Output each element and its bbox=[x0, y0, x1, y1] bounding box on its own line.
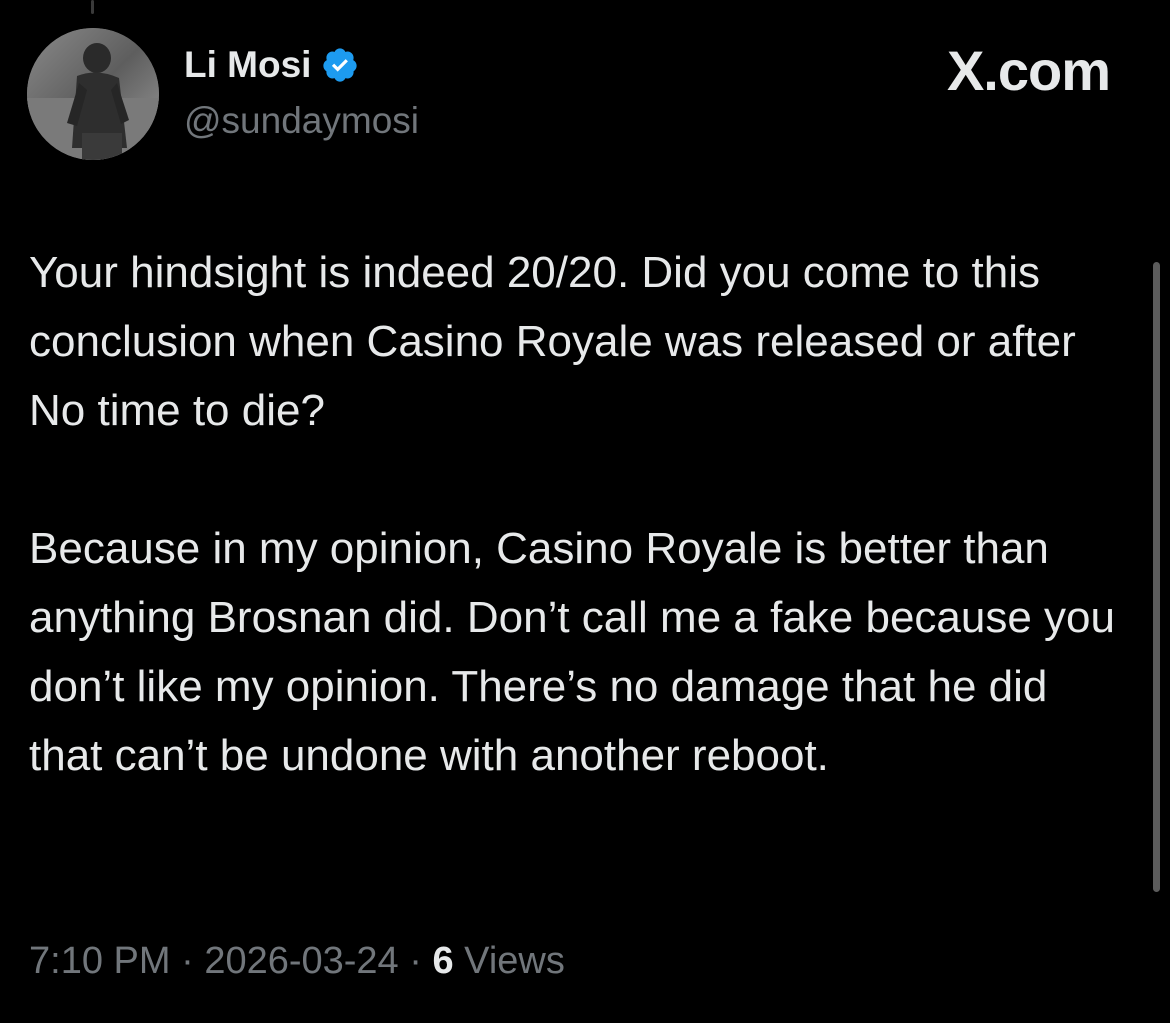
thread-connector-line bbox=[91, 0, 94, 14]
views-count[interactable]: 6 bbox=[432, 940, 453, 982]
tweet-paragraph: Because in my opinion, Casino Royale is … bbox=[29, 524, 1115, 780]
meta-separator: · bbox=[398, 940, 433, 982]
author-display-name[interactable]: Li Mosi bbox=[184, 44, 359, 86]
tweet-date[interactable]: 2026-03-24 bbox=[204, 940, 398, 982]
scrollbar[interactable] bbox=[1153, 262, 1160, 892]
tweet-time[interactable]: 7:10 PM bbox=[29, 940, 171, 982]
tweet-paragraph: Your hindsight is indeed 20/20. Did you … bbox=[29, 248, 1076, 435]
verified-badge-icon bbox=[321, 46, 359, 84]
x-com-logo: X.com bbox=[946, 39, 1111, 102]
tweet-text: Your hindsight is indeed 20/20. Did you … bbox=[29, 238, 1129, 790]
views-label: Views bbox=[453, 940, 565, 982]
avatar[interactable] bbox=[27, 28, 159, 160]
author-name-text: Li Mosi bbox=[184, 44, 312, 85]
author-handle[interactable]: @sundaymosi bbox=[184, 100, 419, 142]
meta-separator: · bbox=[170, 940, 205, 982]
avatar-photo bbox=[27, 28, 159, 160]
tweet-metadata: 7:10 PM · 2026-03-24 · 6 Views bbox=[29, 940, 565, 983]
